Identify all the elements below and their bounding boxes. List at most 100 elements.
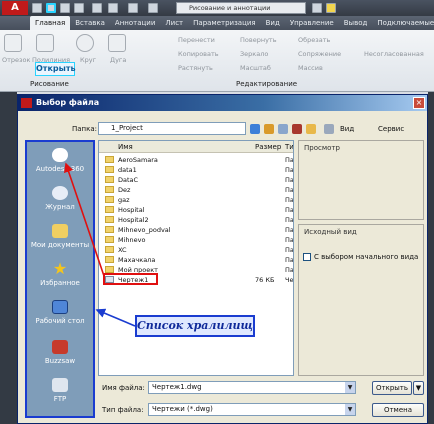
initial-view-checkbox-label: С выбором начального вида bbox=[314, 253, 419, 261]
quick-access-toolbar: A Рисование и аннотации bbox=[0, 0, 434, 16]
folder-icon bbox=[105, 226, 114, 233]
tab-view[interactable]: Вид bbox=[261, 16, 285, 30]
file-row[interactable]: Hospital Па bbox=[99, 205, 293, 215]
place-label: Журнал bbox=[45, 203, 75, 211]
tool-array[interactable]: Массив bbox=[298, 64, 323, 72]
tool-trim[interactable]: Обрезать bbox=[298, 36, 330, 44]
delete-icon[interactable] bbox=[292, 124, 302, 134]
file-type: Па bbox=[285, 266, 294, 274]
dialog-title: Выбор файла bbox=[18, 95, 427, 111]
tab-home[interactable]: Главная bbox=[30, 16, 71, 30]
redo-icon[interactable] bbox=[128, 3, 138, 13]
place-desktop[interactable]: Рабочий стол bbox=[27, 300, 93, 325]
circle-icon[interactable] bbox=[76, 34, 94, 52]
file-type: Па bbox=[285, 236, 294, 244]
arc-icon[interactable] bbox=[108, 34, 126, 52]
file-row[interactable]: AeroSamara Па bbox=[99, 155, 293, 165]
tab-annotate[interactable]: Аннотации bbox=[110, 16, 160, 30]
file-row[interactable]: gaz Па bbox=[99, 195, 293, 205]
tab-insert[interactable]: Вставка bbox=[70, 16, 110, 30]
col-type[interactable]: Ти bbox=[285, 141, 293, 153]
file-row[interactable]: Махачкала Па bbox=[99, 255, 293, 265]
undo-icon[interactable] bbox=[108, 3, 118, 13]
back-icon[interactable] bbox=[250, 124, 260, 134]
folder-icon bbox=[105, 156, 114, 163]
highlight-box bbox=[103, 273, 158, 285]
tab-layout[interactable]: Лист bbox=[160, 16, 188, 30]
save-icon[interactable] bbox=[60, 3, 70, 13]
place-ftp[interactable]: FTP bbox=[27, 378, 93, 403]
tab-manage[interactable]: Управление bbox=[285, 16, 339, 30]
folder-icon bbox=[105, 206, 114, 213]
tool-line[interactable]: Отрезок bbox=[2, 56, 30, 64]
tool-copy[interactable]: Копировать bbox=[178, 50, 219, 58]
place-buzzsaw[interactable]: Buzzsaw bbox=[27, 340, 93, 365]
tool-rotate[interactable]: Повернуть bbox=[240, 36, 277, 44]
line-icon[interactable] bbox=[4, 34, 22, 52]
tab-parametric[interactable]: Параметризация bbox=[188, 16, 260, 30]
file-row[interactable]: Dez Па bbox=[99, 185, 293, 195]
file-row[interactable]: DataC Па bbox=[99, 175, 293, 185]
preview-pane: Просмотр bbox=[298, 140, 424, 220]
file-type: Па bbox=[285, 256, 294, 264]
chevron-down-icon[interactable]: ▼ bbox=[345, 382, 355, 393]
folder-icon bbox=[105, 166, 114, 173]
file-row[interactable]: data1 Па bbox=[99, 165, 293, 175]
close-button[interactable]: × bbox=[413, 97, 425, 109]
tab-output[interactable]: Вывод bbox=[339, 16, 373, 30]
tool-circle[interactable]: Круг bbox=[80, 56, 96, 64]
workspace-select[interactable]: Рисование и аннотации bbox=[176, 2, 306, 14]
chevron-down-icon[interactable]: ▼ bbox=[345, 404, 355, 415]
place-history[interactable]: Журнал bbox=[27, 186, 93, 211]
new-icon[interactable] bbox=[32, 3, 42, 13]
file-name: Hospital bbox=[118, 206, 145, 214]
help-icon[interactable] bbox=[312, 3, 322, 13]
place-mydocs[interactable]: Мои документы bbox=[27, 224, 93, 249]
bulb-icon[interactable] bbox=[326, 3, 336, 13]
tool-mirror[interactable]: Зеркало bbox=[240, 50, 268, 58]
initial-view-pane: Исходный вид С выбором начального вида bbox=[298, 224, 424, 376]
tool-move[interactable]: Перенести bbox=[178, 36, 215, 44]
filename-input[interactable]: Чертеж1.dwg ▼ bbox=[148, 381, 356, 394]
folder-icon bbox=[105, 246, 114, 253]
open-icon[interactable] bbox=[46, 3, 56, 13]
open-button[interactable]: Открыть bbox=[372, 381, 412, 395]
tool-fillet[interactable]: Сопряжение bbox=[298, 50, 341, 58]
share-icon[interactable] bbox=[148, 3, 158, 13]
file-type: Па bbox=[285, 196, 294, 204]
filetype-select[interactable]: Чертежи (*.dwg) ▼ bbox=[148, 403, 356, 416]
up-folder-icon[interactable] bbox=[264, 124, 274, 134]
cancel-button[interactable]: Отмена bbox=[372, 403, 424, 417]
autocad-logo-icon[interactable]: A bbox=[2, 1, 28, 15]
file-list[interactable]: Имя Размер Ти AeroSamara Па data1 Па DataC Па… bbox=[98, 140, 294, 376]
folder-select[interactable]: 1_Project bbox=[98, 122, 246, 135]
tool-stretch[interactable]: Растянуть bbox=[178, 64, 213, 72]
open-options-icon[interactable]: ▼ bbox=[413, 381, 424, 395]
initial-view-title: Исходный вид bbox=[304, 228, 357, 236]
storage-list-annotation: Список хралилищ bbox=[135, 315, 255, 337]
tool-nonassoc[interactable]: Несогласованная bbox=[364, 50, 424, 58]
file-row[interactable]: Mihnevo_podval Па bbox=[99, 225, 293, 235]
documents-icon bbox=[52, 224, 68, 238]
tool-arc[interactable]: Дуга bbox=[110, 56, 126, 64]
search-web-icon[interactable] bbox=[278, 124, 288, 134]
plot-icon[interactable] bbox=[92, 3, 102, 13]
tab-addins[interactable]: Подключаемые мод bbox=[372, 16, 434, 30]
new-folder-icon[interactable] bbox=[306, 124, 316, 134]
views-icon[interactable] bbox=[324, 124, 334, 134]
place-autodesk360[interactable]: Autodesk 360 bbox=[27, 148, 93, 173]
tools-menu[interactable]: Сервис bbox=[378, 125, 404, 133]
initial-view-checkbox[interactable] bbox=[303, 253, 311, 261]
saveas-icon[interactable] bbox=[74, 3, 84, 13]
file-row[interactable]: Hospital2 Па bbox=[99, 215, 293, 225]
polyline-icon[interactable] bbox=[36, 34, 54, 52]
view-menu[interactable]: Вид bbox=[340, 125, 354, 133]
file-name: gaz bbox=[118, 196, 130, 204]
file-row[interactable]: XC Па bbox=[99, 245, 293, 255]
tool-scale[interactable]: Масштаб bbox=[240, 64, 271, 72]
folder-icon bbox=[105, 216, 114, 223]
col-size[interactable]: Размер bbox=[255, 141, 281, 153]
file-row[interactable]: Mihnevo Па bbox=[99, 235, 293, 245]
place-favorites[interactable]: ★ Избранное bbox=[27, 261, 93, 288]
col-name[interactable]: Имя bbox=[118, 141, 133, 153]
